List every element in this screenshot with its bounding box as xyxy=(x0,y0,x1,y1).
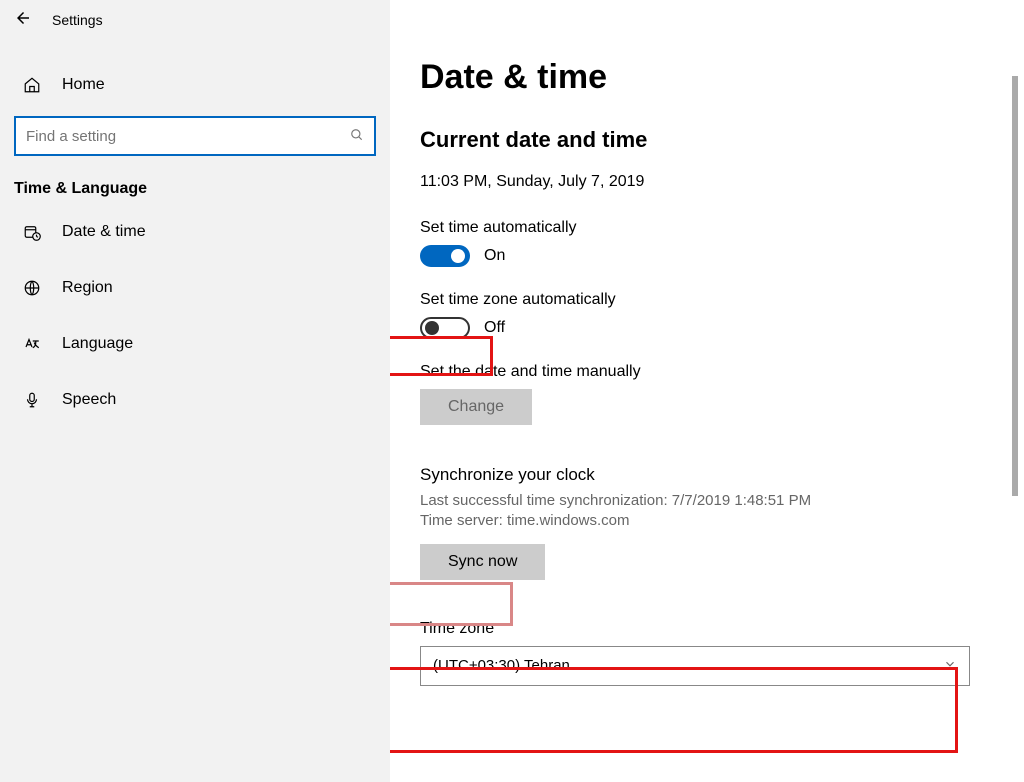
back-button[interactable] xyxy=(14,9,32,32)
set-tz-auto-label: Set time zone automatically xyxy=(420,291,1004,309)
timezone-select[interactable]: (UTC+03:30) Tehran xyxy=(420,646,970,686)
sidebar: Settings Home Time & Language Date & xyxy=(0,0,390,782)
language-icon xyxy=(22,335,42,353)
sidebar-item-label: Speech xyxy=(62,391,116,409)
sync-server-line: Time server: time.windows.com xyxy=(420,511,1004,531)
set-tz-auto-state: Off xyxy=(484,319,505,337)
manual-set-label: Set the date and time manually xyxy=(420,363,1004,381)
sidebar-home-label: Home xyxy=(62,76,105,94)
sync-last-line: Last successful time synchronization: 7/… xyxy=(420,491,1004,511)
current-datetime-heading: Current date and time xyxy=(420,127,1004,153)
search-input[interactable] xyxy=(26,128,350,145)
set-tz-auto-toggle[interactable] xyxy=(420,317,470,339)
set-time-auto-state: On xyxy=(484,247,505,265)
calendar-clock-icon xyxy=(22,223,42,241)
sidebar-section-label: Time & Language xyxy=(0,156,390,204)
globe-icon xyxy=(22,279,42,297)
sidebar-item-label: Region xyxy=(62,279,113,297)
sidebar-item-date-time[interactable]: Date & time xyxy=(0,204,390,260)
set-time-auto-toggle[interactable] xyxy=(420,245,470,267)
sync-now-button[interactable]: Sync now xyxy=(420,544,545,580)
window-title: Settings xyxy=(52,12,103,28)
home-icon xyxy=(22,76,42,94)
timezone-value: (UTC+03:30) Tehran xyxy=(433,657,570,674)
chevron-down-icon xyxy=(943,657,957,675)
timezone-label: Time zone xyxy=(420,620,1004,638)
change-button[interactable]: Change xyxy=(420,389,532,425)
page-title: Date & time xyxy=(420,58,1004,97)
current-datetime-value: 11:03 PM, Sunday, July 7, 2019 xyxy=(420,173,1004,191)
sidebar-item-label: Date & time xyxy=(62,223,146,241)
search-input-wrap[interactable] xyxy=(14,116,376,156)
content-pane: Date & time Current date and time 11:03 … xyxy=(390,0,1024,782)
search-icon xyxy=(350,128,364,145)
sidebar-item-speech[interactable]: Speech xyxy=(0,372,390,428)
scrollbar[interactable] xyxy=(1012,76,1018,496)
set-time-auto-label: Set time automatically xyxy=(420,219,1004,237)
sidebar-item-region[interactable]: Region xyxy=(0,260,390,316)
sync-heading: Synchronize your clock xyxy=(420,465,1004,485)
sidebar-item-label: Language xyxy=(62,335,133,353)
sidebar-item-language[interactable]: Language xyxy=(0,316,390,372)
microphone-icon xyxy=(22,391,42,409)
sidebar-home[interactable]: Home xyxy=(0,66,390,104)
